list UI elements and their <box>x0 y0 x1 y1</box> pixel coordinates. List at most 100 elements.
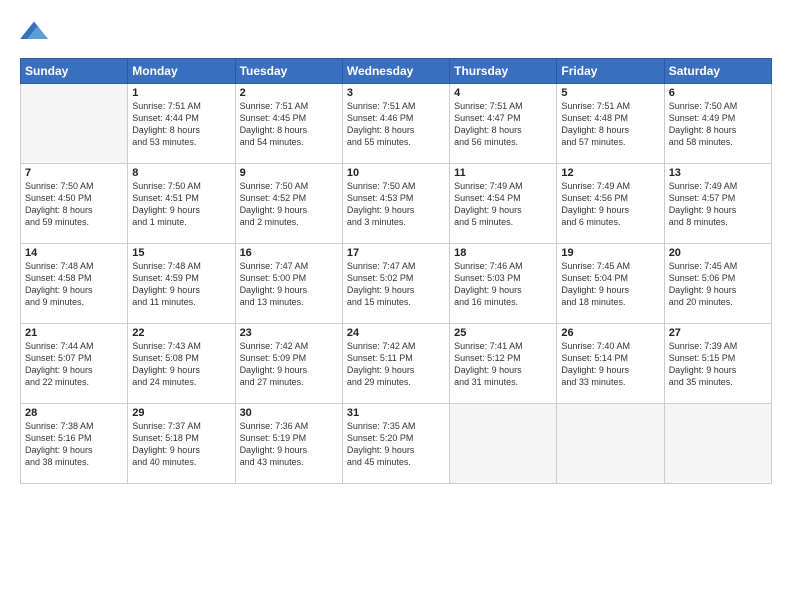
calendar-cell: 2Sunrise: 7:51 AM Sunset: 4:45 PM Daylig… <box>235 84 342 164</box>
day-number: 29 <box>132 407 230 419</box>
day-info: Sunrise: 7:41 AM Sunset: 5:12 PM Dayligh… <box>454 340 552 389</box>
day-number: 22 <box>132 327 230 339</box>
day-info: Sunrise: 7:49 AM Sunset: 4:57 PM Dayligh… <box>669 180 767 229</box>
day-number: 31 <box>347 407 445 419</box>
calendar-cell: 29Sunrise: 7:37 AM Sunset: 5:18 PM Dayli… <box>128 404 235 484</box>
day-info: Sunrise: 7:50 AM Sunset: 4:50 PM Dayligh… <box>25 180 123 229</box>
day-number: 1 <box>132 87 230 99</box>
day-number: 5 <box>561 87 659 99</box>
header <box>20 16 772 46</box>
day-number: 4 <box>454 87 552 99</box>
day-number: 30 <box>240 407 338 419</box>
calendar-cell: 5Sunrise: 7:51 AM Sunset: 4:48 PM Daylig… <box>557 84 664 164</box>
day-info: Sunrise: 7:50 AM Sunset: 4:52 PM Dayligh… <box>240 180 338 229</box>
calendar-cell: 1Sunrise: 7:51 AM Sunset: 4:44 PM Daylig… <box>128 84 235 164</box>
calendar-cell: 30Sunrise: 7:36 AM Sunset: 5:19 PM Dayli… <box>235 404 342 484</box>
day-info: Sunrise: 7:48 AM Sunset: 4:58 PM Dayligh… <box>25 260 123 309</box>
day-info: Sunrise: 7:51 AM Sunset: 4:44 PM Dayligh… <box>132 100 230 149</box>
day-number: 14 <box>25 247 123 259</box>
calendar-week-row: 1Sunrise: 7:51 AM Sunset: 4:44 PM Daylig… <box>21 84 772 164</box>
day-info: Sunrise: 7:38 AM Sunset: 5:16 PM Dayligh… <box>25 420 123 469</box>
calendar-cell: 19Sunrise: 7:45 AM Sunset: 5:04 PM Dayli… <box>557 244 664 324</box>
calendar-cell <box>557 404 664 484</box>
day-info: Sunrise: 7:48 AM Sunset: 4:59 PM Dayligh… <box>132 260 230 309</box>
calendar-cell: 11Sunrise: 7:49 AM Sunset: 4:54 PM Dayli… <box>450 164 557 244</box>
calendar-cell: 20Sunrise: 7:45 AM Sunset: 5:06 PM Dayli… <box>664 244 771 324</box>
calendar-week-row: 7Sunrise: 7:50 AM Sunset: 4:50 PM Daylig… <box>21 164 772 244</box>
day-info: Sunrise: 7:40 AM Sunset: 5:14 PM Dayligh… <box>561 340 659 389</box>
day-info: Sunrise: 7:42 AM Sunset: 5:09 PM Dayligh… <box>240 340 338 389</box>
day-number: 19 <box>561 247 659 259</box>
day-number: 27 <box>669 327 767 339</box>
calendar-cell: 14Sunrise: 7:48 AM Sunset: 4:58 PM Dayli… <box>21 244 128 324</box>
day-info: Sunrise: 7:50 AM Sunset: 4:51 PM Dayligh… <box>132 180 230 229</box>
header-day-friday: Friday <box>557 59 664 84</box>
day-info: Sunrise: 7:47 AM Sunset: 5:00 PM Dayligh… <box>240 260 338 309</box>
calendar-cell: 26Sunrise: 7:40 AM Sunset: 5:14 PM Dayli… <box>557 324 664 404</box>
day-info: Sunrise: 7:42 AM Sunset: 5:11 PM Dayligh… <box>347 340 445 389</box>
calendar-cell: 16Sunrise: 7:47 AM Sunset: 5:00 PM Dayli… <box>235 244 342 324</box>
logo <box>20 16 52 46</box>
day-number: 20 <box>669 247 767 259</box>
day-number: 7 <box>25 167 123 179</box>
calendar-cell <box>450 404 557 484</box>
day-number: 23 <box>240 327 338 339</box>
calendar-week-row: 28Sunrise: 7:38 AM Sunset: 5:16 PM Dayli… <box>21 404 772 484</box>
day-number: 25 <box>454 327 552 339</box>
day-info: Sunrise: 7:47 AM Sunset: 5:02 PM Dayligh… <box>347 260 445 309</box>
day-number: 11 <box>454 167 552 179</box>
header-day-monday: Monday <box>128 59 235 84</box>
day-info: Sunrise: 7:51 AM Sunset: 4:46 PM Dayligh… <box>347 100 445 149</box>
calendar-cell: 21Sunrise: 7:44 AM Sunset: 5:07 PM Dayli… <box>21 324 128 404</box>
day-info: Sunrise: 7:35 AM Sunset: 5:20 PM Dayligh… <box>347 420 445 469</box>
header-day-wednesday: Wednesday <box>342 59 449 84</box>
calendar-cell: 3Sunrise: 7:51 AM Sunset: 4:46 PM Daylig… <box>342 84 449 164</box>
day-number: 8 <box>132 167 230 179</box>
day-info: Sunrise: 7:51 AM Sunset: 4:48 PM Dayligh… <box>561 100 659 149</box>
day-number: 18 <box>454 247 552 259</box>
day-info: Sunrise: 7:37 AM Sunset: 5:18 PM Dayligh… <box>132 420 230 469</box>
day-number: 9 <box>240 167 338 179</box>
day-number: 24 <box>347 327 445 339</box>
calendar-cell: 6Sunrise: 7:50 AM Sunset: 4:49 PM Daylig… <box>664 84 771 164</box>
day-info: Sunrise: 7:50 AM Sunset: 4:53 PM Dayligh… <box>347 180 445 229</box>
calendar-week-row: 21Sunrise: 7:44 AM Sunset: 5:07 PM Dayli… <box>21 324 772 404</box>
calendar-cell: 27Sunrise: 7:39 AM Sunset: 5:15 PM Dayli… <box>664 324 771 404</box>
calendar-cell: 12Sunrise: 7:49 AM Sunset: 4:56 PM Dayli… <box>557 164 664 244</box>
calendar-cell: 23Sunrise: 7:42 AM Sunset: 5:09 PM Dayli… <box>235 324 342 404</box>
calendar-cell: 18Sunrise: 7:46 AM Sunset: 5:03 PM Dayli… <box>450 244 557 324</box>
day-number: 26 <box>561 327 659 339</box>
logo-icon <box>20 18 48 46</box>
calendar-cell: 25Sunrise: 7:41 AM Sunset: 5:12 PM Dayli… <box>450 324 557 404</box>
day-info: Sunrise: 7:49 AM Sunset: 4:56 PM Dayligh… <box>561 180 659 229</box>
header-day-thursday: Thursday <box>450 59 557 84</box>
day-number: 21 <box>25 327 123 339</box>
calendar-cell: 17Sunrise: 7:47 AM Sunset: 5:02 PM Dayli… <box>342 244 449 324</box>
header-day-sunday: Sunday <box>21 59 128 84</box>
calendar-cell: 28Sunrise: 7:38 AM Sunset: 5:16 PM Dayli… <box>21 404 128 484</box>
calendar-cell: 13Sunrise: 7:49 AM Sunset: 4:57 PM Dayli… <box>664 164 771 244</box>
day-info: Sunrise: 7:39 AM Sunset: 5:15 PM Dayligh… <box>669 340 767 389</box>
day-number: 6 <box>669 87 767 99</box>
day-info: Sunrise: 7:46 AM Sunset: 5:03 PM Dayligh… <box>454 260 552 309</box>
calendar-table: SundayMondayTuesdayWednesdayThursdayFrid… <box>20 58 772 484</box>
day-info: Sunrise: 7:51 AM Sunset: 4:45 PM Dayligh… <box>240 100 338 149</box>
day-number: 2 <box>240 87 338 99</box>
calendar-cell: 15Sunrise: 7:48 AM Sunset: 4:59 PM Dayli… <box>128 244 235 324</box>
calendar-cell: 4Sunrise: 7:51 AM Sunset: 4:47 PM Daylig… <box>450 84 557 164</box>
calendar-week-row: 14Sunrise: 7:48 AM Sunset: 4:58 PM Dayli… <box>21 244 772 324</box>
day-number: 16 <box>240 247 338 259</box>
calendar-cell: 10Sunrise: 7:50 AM Sunset: 4:53 PM Dayli… <box>342 164 449 244</box>
calendar-cell: 8Sunrise: 7:50 AM Sunset: 4:51 PM Daylig… <box>128 164 235 244</box>
header-day-tuesday: Tuesday <box>235 59 342 84</box>
calendar-cell: 22Sunrise: 7:43 AM Sunset: 5:08 PM Dayli… <box>128 324 235 404</box>
day-info: Sunrise: 7:43 AM Sunset: 5:08 PM Dayligh… <box>132 340 230 389</box>
day-number: 15 <box>132 247 230 259</box>
calendar-header-row: SundayMondayTuesdayWednesdayThursdayFrid… <box>21 59 772 84</box>
day-number: 3 <box>347 87 445 99</box>
day-number: 28 <box>25 407 123 419</box>
day-info: Sunrise: 7:36 AM Sunset: 5:19 PM Dayligh… <box>240 420 338 469</box>
day-number: 10 <box>347 167 445 179</box>
day-number: 17 <box>347 247 445 259</box>
day-info: Sunrise: 7:50 AM Sunset: 4:49 PM Dayligh… <box>669 100 767 149</box>
